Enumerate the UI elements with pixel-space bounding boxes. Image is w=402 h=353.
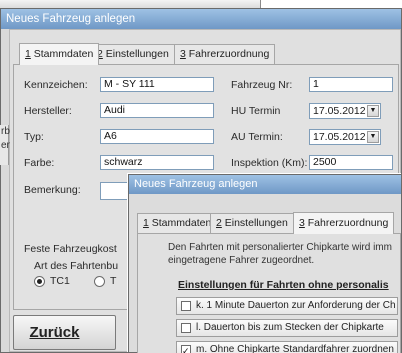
- inspektion-label: Inspektion (Km):: [231, 157, 308, 169]
- option-dauerton-chipkarte[interactable]: l. Dauerton bis zum Stecken der Chipkart…: [176, 319, 398, 337]
- sidebar-item[interactable]: rb: [0, 125, 10, 139]
- hersteller-label: Hersteller:: [24, 105, 72, 117]
- option-dauerton-1min[interactable]: k. 1 Minute Dauerton zur Anforderung der…: [176, 297, 398, 315]
- typ-field[interactable]: A6: [100, 129, 214, 144]
- tab-fahrerzuordnung[interactable]: 3 Fahrerzuordnung: [293, 212, 395, 234]
- au-termin-value: 17.05.2012: [313, 131, 366, 143]
- tab-stammdaten[interactable]: 1 Stammdaten: [19, 43, 100, 65]
- kennzeichen-field[interactable]: M - SY 111: [100, 77, 214, 92]
- tab-bar: 1 Stammdaten 2 Einstellungen 3 Fahrerzuo…: [137, 212, 397, 234]
- kennzeichen-label: Kennzeichen:: [24, 79, 88, 91]
- tab-einstellungen[interactable]: 2 Einstellungen: [210, 213, 294, 233]
- tab-label: Fahrerzuordnung: [185, 48, 270, 60]
- radio-t-label: T: [110, 275, 117, 287]
- feste-kosten-label: Feste Fahrzeugkost: [24, 243, 117, 255]
- hersteller-field[interactable]: Audi: [100, 103, 214, 118]
- hu-termin-label: HU Termin: [231, 105, 281, 117]
- bemerkung-label: Bemerkung:: [24, 184, 81, 196]
- radio-tc1-label: TC1: [50, 275, 70, 287]
- tab-label: Einstellungen: [102, 48, 169, 60]
- hu-termin-select[interactable]: 17.05.2012 ▼: [309, 103, 381, 119]
- info-text-line2: eingetragene Fahrer zugeordnet.: [168, 255, 315, 266]
- back-button[interactable]: Zurück: [13, 315, 116, 350]
- option-label: k. 1 Minute Dauerton zur Anforderung der…: [196, 300, 396, 311]
- sidebar-item[interactable]: en: [0, 139, 10, 153]
- chevron-down-icon[interactable]: ▼: [367, 105, 379, 117]
- tab-label: Stammdaten: [148, 217, 212, 229]
- fahrerzuordnung-panel: Den Fahrten mit personalierter Chipkarte…: [137, 233, 401, 353]
- tab-label: Stammdaten: [30, 48, 94, 60]
- checkbox[interactable]: [181, 343, 191, 353]
- farbe-field[interactable]: schwarz: [100, 155, 214, 170]
- dialog-title[interactable]: Neues Fahrzeug anlegen: [129, 175, 401, 194]
- section-title: Einstellungen für Fahrten ohne personali…: [178, 279, 389, 291]
- tab-einstellungen[interactable]: 2 Einstellungen: [91, 44, 175, 64]
- dialog-title[interactable]: Neues Fahrzeug anlegen: [1, 9, 401, 29]
- info-text-line1: Den Fahrten mit personalierter Chipkarte…: [168, 242, 392, 253]
- farbe-label: Farbe:: [24, 157, 55, 169]
- chevron-down-icon[interactable]: ▼: [367, 131, 379, 143]
- checkbox[interactable]: [181, 301, 191, 311]
- option-label: m. Ohne Chipkarte Standardfahrer zuordne…: [196, 344, 394, 353]
- radio-tc1[interactable]: [34, 276, 45, 287]
- au-termin-select[interactable]: 17.05.2012 ▼: [309, 129, 381, 145]
- fahrtenbuch-art-label: Art des Fahrtenbu: [34, 260, 119, 272]
- checkbox[interactable]: [181, 323, 191, 333]
- fahrzeug-nr-label: Fahrzeug Nr:: [231, 79, 293, 91]
- inspektion-field[interactable]: 2500: [309, 155, 393, 170]
- tab-fahrerzuordnung[interactable]: 3 Fahrerzuordnung: [174, 44, 276, 64]
- background-sidebar: rb en: [0, 125, 10, 165]
- option-standardfahrer[interactable]: m. Ohne Chipkarte Standardfahrer zuordne…: [176, 341, 398, 353]
- dialog-neues-fahrzeug-front: Neues Fahrzeug anlegen 1 Stammdaten 2 Ei…: [128, 174, 402, 353]
- tab-stammdaten[interactable]: 1 Stammdaten: [137, 213, 218, 233]
- tab-label: Fahrerzuordnung: [304, 217, 389, 229]
- fahrzeug-nr-field[interactable]: 1: [309, 77, 393, 92]
- radio-t[interactable]: [94, 276, 105, 287]
- hu-termin-value: 17.05.2012: [313, 105, 366, 117]
- back-button-label: Zurück: [29, 324, 80, 341]
- option-label: l. Dauerton bis zum Stecken der Chipkart…: [196, 322, 384, 333]
- tab-label: Einstellungen: [221, 217, 288, 229]
- typ-label: Typ:: [24, 131, 44, 143]
- au-termin-label: AU Termin:: [231, 131, 283, 143]
